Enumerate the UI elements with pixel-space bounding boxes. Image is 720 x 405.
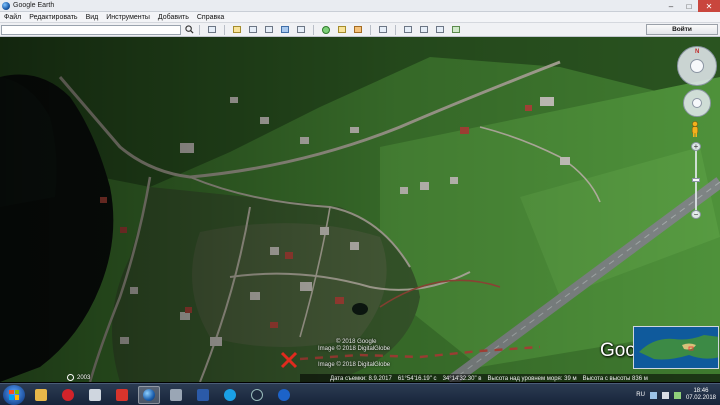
explorer-icon xyxy=(35,388,47,401)
menu-edit[interactable]: Редактировать xyxy=(25,14,81,21)
menu-tools[interactable]: Инструменты xyxy=(102,14,154,21)
email-icon[interactable] xyxy=(402,24,414,35)
clock-icon xyxy=(67,374,74,381)
print-icon[interactable] xyxy=(418,24,430,35)
historical-imagery-year[interactable]: 2003 xyxy=(67,374,90,381)
window-controls: – □ ✕ xyxy=(662,0,720,12)
clock-time: 18:46 xyxy=(693,388,709,394)
files-icon xyxy=(89,388,101,401)
placemark-icon[interactable] xyxy=(231,24,243,35)
taskbar-google-earth[interactable] xyxy=(138,385,160,404)
zoom-thumb[interactable] xyxy=(692,178,700,182)
status-bar: Дата съемки: 8.9.2017 61°54'16.19" с 34°… xyxy=(300,374,720,383)
volume-icon[interactable] xyxy=(661,391,669,399)
toolbar-separator xyxy=(199,24,200,35)
steam-icon xyxy=(251,388,263,401)
zoom-slider[interactable]: + − xyxy=(691,142,701,222)
taskbar-opera[interactable] xyxy=(57,386,79,404)
taskbar-steam[interactable] xyxy=(246,386,268,404)
system-tray: RU 18:46 07.02.2018 xyxy=(636,384,720,405)
copyright-digitalglobe-1: Image © 2018 DigitalGlobe xyxy=(318,346,391,352)
overview-map-graphic xyxy=(634,327,718,368)
copyright-digitalglobe-2: Image © 2018 DigitalGlobe xyxy=(318,362,391,368)
street-view-pegman-icon[interactable] xyxy=(690,121,700,137)
taskbar-explorer[interactable] xyxy=(30,386,52,404)
taskbar-clock[interactable]: 18:46 07.02.2018 xyxy=(686,388,716,402)
ground-elevation: Высота над уровнем моря: 39 м xyxy=(487,375,577,382)
close-button[interactable]: ✕ xyxy=(698,0,720,12)
zoom-track[interactable] xyxy=(695,150,697,214)
sun-icon[interactable] xyxy=(336,24,348,35)
zoom-out-button[interactable]: − xyxy=(691,210,701,219)
taskbar-bluetooth[interactable] xyxy=(273,386,295,404)
taskbar-calculator[interactable] xyxy=(165,386,187,404)
imagery-date: Дата съемки: 8.9.2017 xyxy=(330,375,392,382)
taskbar-download[interactable] xyxy=(111,386,133,404)
calculator-icon xyxy=(170,388,182,401)
imagery-year: 2003 xyxy=(77,374,91,381)
battery-icon[interactable] xyxy=(673,391,681,399)
toolbar-separator xyxy=(395,24,396,35)
save-image-icon[interactable] xyxy=(434,24,446,35)
taskbar-word[interactable] xyxy=(192,386,214,404)
satellite-imagery xyxy=(0,37,720,382)
eye-altitude: Высота с высоты 836 м xyxy=(582,375,648,382)
download-icon xyxy=(116,388,128,401)
toolbar: Войти xyxy=(0,23,720,37)
look-center-icon[interactable] xyxy=(690,59,704,73)
map-viewport[interactable]: © 2018 Google Image © 2018 DigitalGlobe … xyxy=(0,37,720,382)
bluetooth-icon xyxy=(278,388,290,401)
search-input[interactable] xyxy=(1,24,181,35)
polygon-icon[interactable] xyxy=(247,24,259,35)
planets-icon[interactable] xyxy=(352,24,364,35)
toolbar-separator xyxy=(370,24,371,35)
move-joystick[interactable] xyxy=(683,89,711,117)
network-icon[interactable] xyxy=(649,391,657,399)
ruler-icon[interactable] xyxy=(377,24,389,35)
taskbar-skype[interactable] xyxy=(219,386,241,404)
word-icon xyxy=(197,388,209,401)
minimize-button[interactable]: – xyxy=(662,0,680,12)
menu-file[interactable]: Файл xyxy=(0,14,25,21)
menu-help[interactable]: Справка xyxy=(193,14,228,21)
google-earth-app-icon xyxy=(2,1,10,10)
google-earth-icon xyxy=(143,388,155,401)
copyright-google: © 2018 Google xyxy=(336,339,377,345)
zoom-in-button[interactable]: + xyxy=(691,142,701,151)
taskbar: RU 18:46 07.02.2018 xyxy=(0,383,720,405)
signin-button[interactable]: Войти xyxy=(646,24,718,35)
search-icon[interactable] xyxy=(183,24,195,35)
historical-imagery-icon[interactable] xyxy=(320,24,332,35)
window-title: Google Earth xyxy=(13,2,55,9)
longitude: 34°14'32.30" в xyxy=(442,375,482,382)
menu-view[interactable]: Вид xyxy=(82,14,103,21)
move-center-icon[interactable] xyxy=(692,98,702,108)
overlay-icon[interactable] xyxy=(279,24,291,35)
sidebar-icon[interactable] xyxy=(206,24,218,35)
skype-icon xyxy=(224,388,236,401)
maximize-button[interactable]: □ xyxy=(680,0,698,12)
overview-map[interactable] xyxy=(633,326,719,369)
north-indicator[interactable]: N xyxy=(695,49,699,55)
latitude: 61°54'16.19" с xyxy=(397,375,437,382)
look-joystick[interactable]: N xyxy=(677,46,717,86)
clock-date: 07.02.2018 xyxy=(685,395,716,401)
toolbar-separator xyxy=(313,24,314,35)
start-button[interactable] xyxy=(3,384,25,405)
windows-logo-icon xyxy=(9,389,19,400)
menu-add[interactable]: Добавить xyxy=(154,14,193,21)
menu-bar: Файл Редактировать Вид Инструменты Добав… xyxy=(0,12,720,23)
tour-icon[interactable] xyxy=(295,24,307,35)
opera-icon xyxy=(62,388,74,401)
path-icon[interactable] xyxy=(263,24,275,35)
google-maps-icon[interactable] xyxy=(450,24,462,35)
toolbar-separator xyxy=(224,24,225,35)
language-indicator[interactable]: RU xyxy=(636,392,645,398)
title-bar: Google Earth – □ ✕ xyxy=(0,0,720,12)
taskbar-files[interactable] xyxy=(84,386,106,404)
